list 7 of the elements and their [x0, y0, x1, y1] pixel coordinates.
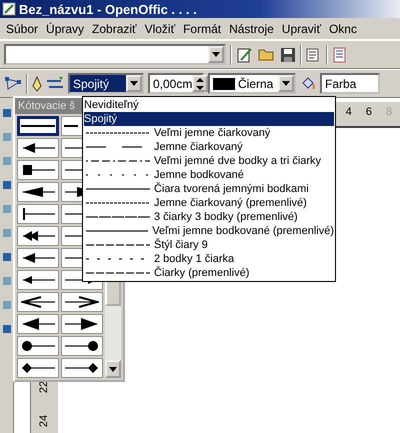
line-style-value: Spojitý [70, 75, 126, 92]
palette-title: Kótovacie š [18, 100, 75, 112]
ruler-number: 4 [346, 106, 352, 120]
ruler-number: 22 [38, 380, 50, 394]
window-title: Bez_názvu1 - OpenOffic . . . . [19, 2, 197, 16]
ruler-number: 6 [366, 106, 372, 120]
ruler-number: 24 [38, 414, 50, 428]
